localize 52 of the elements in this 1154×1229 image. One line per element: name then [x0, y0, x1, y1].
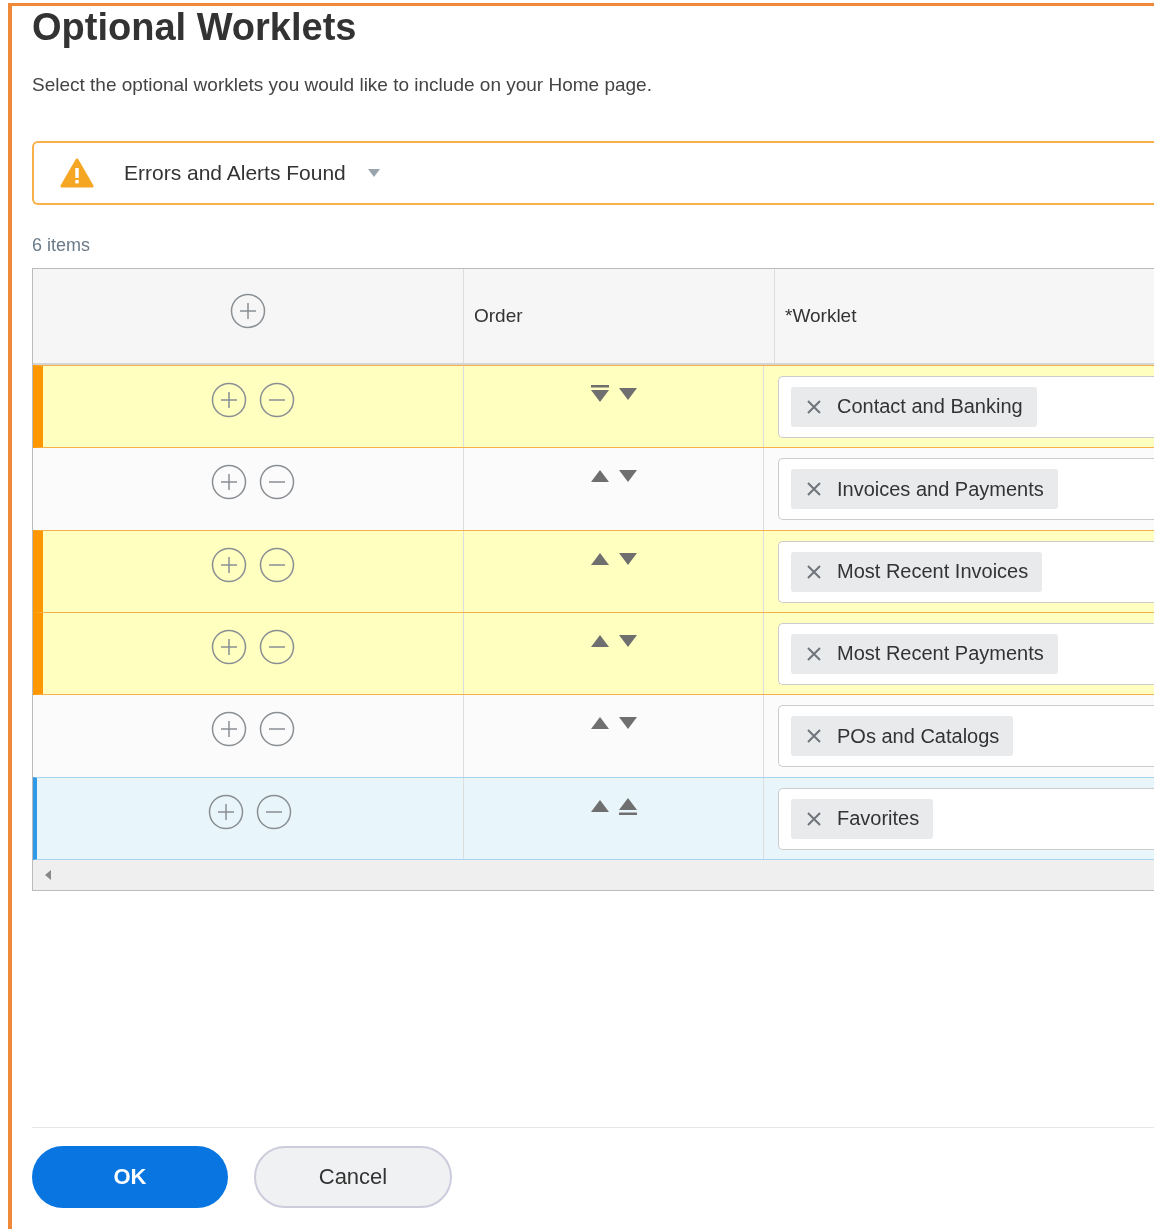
close-icon[interactable]	[807, 729, 821, 743]
page-description: Select the optional worklets you would like to include on your Home page.	[32, 74, 652, 96]
worklet-field[interactable]: Favorites	[778, 787, 1154, 850]
add-icon[interactable]	[211, 547, 247, 583]
worklet-field[interactable]: POs and Catalogs	[778, 705, 1154, 767]
move-to-top-icon[interactable]	[589, 384, 610, 404]
alert-label: Errors and Alerts Found	[124, 161, 346, 185]
table-row[interactable]: Contact and Banking	[33, 365, 1154, 448]
move-to-bottom-icon[interactable]	[617, 796, 638, 816]
worklet-field[interactable]: Contact and Banking	[778, 375, 1154, 438]
worklet-name: Contact and Banking	[837, 395, 1023, 418]
remove-icon[interactable]	[259, 711, 295, 747]
close-icon[interactable]	[807, 399, 821, 414]
add-icon[interactable]	[211, 711, 247, 747]
close-icon[interactable]	[807, 482, 821, 496]
worklet-field[interactable]: Most Recent Payments	[778, 622, 1154, 685]
remove-icon[interactable]	[256, 794, 292, 830]
column-header: Order	[474, 305, 523, 327]
add-icon[interactable]	[230, 293, 266, 329]
column-header: *Worklet	[785, 305, 857, 327]
table-row[interactable]: Favorites	[33, 777, 1154, 860]
worklet-name: Most Recent Invoices	[837, 560, 1029, 583]
add-icon[interactable]	[211, 464, 247, 500]
close-icon[interactable]	[807, 811, 821, 826]
add-icon[interactable]	[211, 629, 247, 665]
page-title: Optional Worklets	[32, 6, 357, 48]
caret-icon	[367, 169, 380, 177]
worklet-name: Most Recent Payments	[837, 642, 1044, 665]
worklet-name: Invoices and Payments	[837, 477, 1044, 501]
worklet-name: Favorites	[837, 807, 920, 830]
alert-banner[interactable]: Errors and Alerts Found	[32, 141, 1154, 205]
table-row[interactable]: Most Recent Payments	[33, 612, 1154, 695]
worklet-name: POs and Catalogs	[837, 724, 1000, 748]
remove-icon[interactable]	[259, 547, 295, 583]
remove-icon[interactable]	[259, 629, 295, 665]
close-icon[interactable]	[807, 564, 821, 579]
table-row[interactable]: Invoices and Payments	[33, 447, 1154, 530]
table-row[interactable]: Most Recent Invoices	[33, 530, 1154, 613]
add-icon[interactable]	[208, 794, 244, 830]
remove-icon[interactable]	[259, 464, 295, 500]
item-count: 6 items	[32, 235, 91, 256]
horizontal-scrollbar[interactable]	[33, 860, 1154, 890]
worklet-field[interactable]: Invoices and Payments	[778, 458, 1154, 520]
scroll-left-icon[interactable]	[45, 870, 51, 880]
close-icon[interactable]	[807, 646, 821, 661]
cancel-button[interactable]: Cancel	[254, 1146, 452, 1208]
ok-button[interactable]: OK	[32, 1146, 228, 1208]
worklet-field[interactable]: Most Recent Invoices	[778, 540, 1154, 603]
table-row[interactable]: POs and Catalogs	[33, 694, 1154, 777]
warning-icon	[60, 158, 94, 188]
add-icon[interactable]	[211, 382, 247, 418]
remove-icon[interactable]	[259, 382, 295, 418]
